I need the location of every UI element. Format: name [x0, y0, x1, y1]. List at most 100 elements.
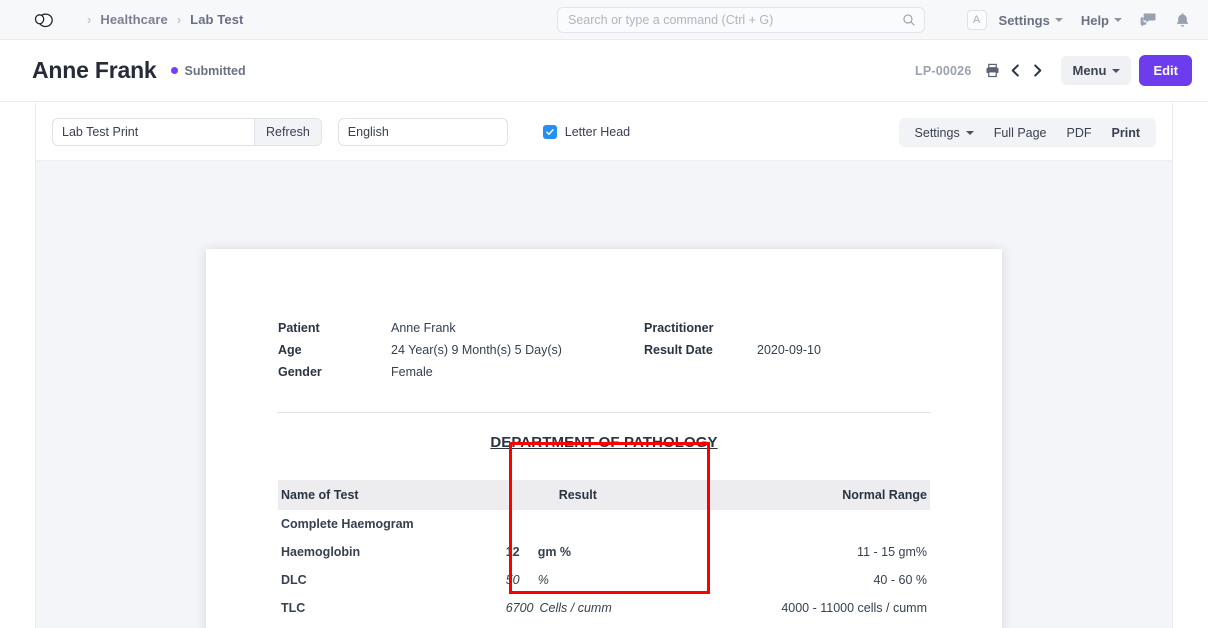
patient-info-left: Patient Age Gender Anne Frank 24 Year(s)… [278, 317, 644, 383]
page-header: Anne Frank Submitted LP-00026 Menu [0, 40, 1208, 102]
lab-results-body: Complete Haemogram Haemoglobin 12 gm % 11… [278, 510, 930, 628]
info-value-practitioner [757, 317, 821, 339]
department-title: DEPARTMENT OF PATHOLOGY [278, 434, 930, 451]
result-value: 6700 [506, 601, 534, 615]
column-header-name-of-test: Name of Test [278, 480, 503, 510]
edit-button[interactable]: Edit [1139, 55, 1192, 86]
patient-info-right: Practitioner Result Date 2020-09-10 [644, 317, 821, 383]
result-value: 12 [506, 545, 532, 559]
info-value-age: 24 Year(s) 9 Month(s) 5 Day(s) [391, 339, 562, 361]
info-value-result-date: 2020-09-10 [757, 339, 821, 361]
test-result: 50% [503, 566, 685, 594]
global-search-box[interactable] [557, 7, 925, 33]
chevron-down-icon [1055, 18, 1063, 22]
nav-help-label: Help [1081, 13, 1109, 28]
print-preview-page: Patient Age Gender Anne Frank 24 Year(s)… [206, 249, 1002, 628]
print-actions-group: Settings Full Page PDF Print [899, 118, 1156, 147]
result-unit: gm % [538, 545, 571, 559]
result-value: 50 [506, 573, 532, 587]
print-format-group: Refresh [52, 118, 322, 146]
test-name: Haemoglobin [278, 538, 503, 566]
breadcrumb-item-healthcare[interactable]: Healthcare [100, 12, 167, 27]
test-name: DLC [278, 566, 503, 594]
print-preview-area: Patient Age Gender Anne Frank 24 Year(s)… [36, 161, 1172, 628]
letter-head-checkbox[interactable] [543, 125, 557, 139]
result-unit: % [538, 573, 549, 587]
breadcrumb-item-lab-test[interactable]: Lab Test [190, 12, 243, 27]
printer-icon[interactable] [985, 63, 1000, 78]
table-row: Neutrophils 54% 56 % [278, 622, 930, 628]
normal-range: 11 - 15 gm% [684, 538, 930, 566]
print-settings-label: Settings [915, 126, 960, 140]
notification-bell-icon[interactable] [1175, 12, 1190, 29]
group-label: Complete Haemogram [278, 510, 503, 538]
section-divider [278, 412, 930, 413]
group-range [684, 510, 930, 538]
info-label-result-date: Result Date [644, 339, 757, 361]
document-id: LP-00026 [915, 64, 972, 78]
column-header-normal-range: Normal Range [684, 480, 930, 510]
nav-settings-label: Settings [999, 13, 1050, 28]
info-value-gender: Female [391, 361, 562, 383]
chevron-down-icon [1114, 18, 1122, 22]
print-format-input[interactable] [52, 118, 255, 146]
erpnext-cloud-logo-icon[interactable] [30, 8, 58, 32]
patient-info-right-labels: Practitioner Result Date [644, 317, 757, 383]
test-name: TLC [278, 594, 503, 622]
top-navbar: › Healthcare › Lab Test A Settings Help [0, 0, 1208, 40]
breadcrumb-separator-1: › [177, 12, 181, 27]
avatar[interactable]: A [967, 10, 987, 30]
page-header-actions: LP-00026 Menu Edit [915, 55, 1192, 86]
nav-settings-dropdown[interactable]: Settings [999, 13, 1063, 28]
table-row-group: Complete Haemogram [278, 510, 930, 538]
normal-range: 40 - 60 % [684, 566, 930, 594]
lab-results-table: Name of Test Result Normal Range Complet… [278, 480, 930, 628]
chevron-left-icon[interactable] [1009, 63, 1022, 78]
result-unit: Cells / cumm [540, 601, 612, 615]
menu-button-label: Menu [1072, 63, 1106, 78]
test-result: 6700 Cells / cumm [503, 594, 685, 622]
refresh-button[interactable]: Refresh [255, 118, 322, 146]
print-settings-button[interactable]: Settings [905, 118, 984, 147]
table-row: DLC 50% 40 - 60 % [278, 566, 930, 594]
print-toolbar: Refresh Letter Head Settings Full Page P… [36, 103, 1172, 161]
print-workspace: Refresh Letter Head Settings Full Page P… [35, 103, 1173, 628]
pdf-button[interactable]: PDF [1057, 118, 1102, 147]
full-page-button[interactable]: Full Page [984, 118, 1057, 147]
table-row: TLC 6700 Cells / cumm 4000 - 11000 cells … [278, 594, 930, 622]
normal-range: 56 % [684, 622, 930, 628]
test-result: 12 gm % [503, 538, 685, 566]
table-header-row: Name of Test Result Normal Range [278, 480, 930, 510]
patient-info-right-values: 2020-09-10 [757, 317, 821, 383]
chevron-down-icon [966, 131, 974, 135]
status-dot-icon [171, 67, 178, 74]
search-icon[interactable] [902, 13, 916, 27]
menu-button[interactable]: Menu [1061, 56, 1131, 85]
info-label-gender: Gender [278, 361, 391, 383]
normal-range: 4000 - 11000 cells / cumm [684, 594, 930, 622]
test-result: 54% [503, 622, 685, 628]
search-input[interactable] [568, 13, 902, 27]
breadcrumb-separator-0: › [87, 12, 91, 27]
chat-icon[interactable] [1140, 12, 1157, 28]
column-header-result: Result [503, 480, 685, 510]
chevron-down-icon [1112, 69, 1120, 73]
navbar-right-actions: A Settings Help [967, 0, 1194, 40]
print-button[interactable]: Print [1102, 118, 1150, 147]
patient-info-left-labels: Patient Age Gender [278, 317, 391, 383]
language-input[interactable] [338, 118, 508, 146]
info-value-patient: Anne Frank [391, 317, 562, 339]
breadcrumb: › Healthcare › Lab Test [78, 12, 243, 27]
letter-head-label: Letter Head [565, 125, 630, 139]
info-label-age: Age [278, 339, 391, 361]
table-row: Haemoglobin 12 gm % 11 - 15 gm% [278, 538, 930, 566]
letter-head-checkbox-group[interactable]: Letter Head [543, 125, 630, 139]
patient-info-left-values: Anne Frank 24 Year(s) 9 Month(s) 5 Day(s… [391, 317, 562, 383]
nav-help-dropdown[interactable]: Help [1081, 13, 1122, 28]
chevron-right-icon[interactable] [1031, 63, 1044, 78]
patient-info-grid: Patient Age Gender Anne Frank 24 Year(s)… [278, 317, 930, 383]
test-name: Neutrophils [278, 622, 503, 628]
page-title: Anne Frank [32, 57, 157, 84]
info-label-practitioner: Practitioner [644, 317, 757, 339]
group-result [503, 510, 685, 538]
